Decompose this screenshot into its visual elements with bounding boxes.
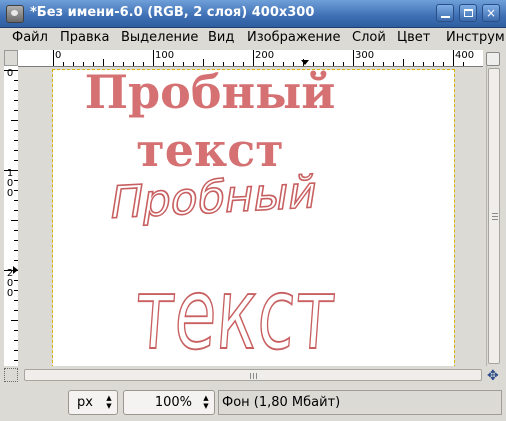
status-bar: px ▲ ▼ 100% ▲ ▼ Фон (1,80 Мбайт) — [0, 387, 506, 421]
maximize-icon — [463, 9, 473, 17]
maximize-button[interactable] — [459, 4, 477, 22]
navigate-icon[interactable] — [486, 52, 500, 66]
menu-edit[interactable]: Правка — [60, 30, 109, 45]
units-select[interactable]: px ▲ ▼ — [68, 390, 118, 415]
minimize-icon — [440, 16, 450, 18]
menu-colors[interactable]: Цвет — [397, 30, 430, 45]
chevron-updown-icon: ▲ ▼ — [106, 394, 112, 410]
canvas-drawing: Пробный текст Пробный текст — [85, 70, 340, 366]
title-bar[interactable]: *Без имени-6.0 (RGB, 2 слоя) 400x300 × — [0, 0, 506, 28]
ruler-label-400: 400 — [455, 50, 475, 61]
close-icon: × — [485, 6, 497, 20]
ruler-corner[interactable] — [4, 50, 18, 66]
move-icon[interactable]: ✥ — [487, 369, 499, 383]
close-button[interactable]: × — [482, 4, 500, 22]
text-layer-line2: текст — [136, 123, 284, 177]
chevron-updown-icon: ▲ ▼ — [203, 394, 209, 410]
menu-file[interactable]: Файл — [12, 30, 48, 45]
cursor-position-marker — [301, 60, 309, 65]
vruler-label-200: 200 — [6, 268, 14, 299]
layer-info: Фон (1,80 Мбайт) — [218, 390, 502, 415]
vertical-scrollbar[interactable] — [486, 66, 501, 366]
canvas-area[interactable]: Пробный текст Пробный текст — [18, 67, 483, 366]
quick-mask-icon[interactable] — [4, 368, 18, 382]
menu-select[interactable]: Выделение — [121, 30, 198, 45]
horizontal-scrollbar[interactable] — [22, 368, 484, 382]
text-layer-line1: Пробный — [85, 70, 336, 119]
vertical-scrollbar-thumb[interactable] — [488, 68, 500, 364]
minimize-button[interactable] — [436, 4, 454, 22]
ruler-label-200: 200 — [255, 50, 275, 61]
ruler-label-300: 300 — [355, 50, 375, 61]
zoom-select[interactable]: 100% ▲ ▼ — [123, 390, 215, 415]
menu-image[interactable]: Изображение — [247, 30, 340, 45]
zoom-value: 100% — [154, 395, 192, 410]
outline-text-line1: Пробный — [106, 167, 321, 229]
horizontal-ruler-ticks — [53, 50, 464, 66]
vertical-ruler[interactable]: 0 100 200 — [4, 66, 19, 366]
ruler-label-0: 0 — [55, 50, 62, 61]
layer-info-text: Фон (1,80 Мбайт) — [222, 395, 341, 410]
menu-bar: Файл Правка Выделение Вид Изображение Сл… — [0, 28, 506, 48]
menu-tools[interactable]: Инструм — [446, 30, 505, 45]
vertical-ruler-ticks — [4, 70, 18, 361]
image-window: *Без имени-6.0 (RGB, 2 слоя) 400x300 × Ф… — [0, 0, 506, 421]
image-canvas[interactable]: Пробный текст Пробный текст — [52, 69, 455, 366]
vruler-label-100: 100 — [6, 168, 14, 199]
window-title: *Без имени-6.0 (RGB, 2 слоя) 400x300 — [30, 5, 315, 20]
gimp-icon[interactable] — [6, 5, 24, 23]
menu-layer[interactable]: Слой — [352, 30, 386, 45]
outline-text-line2: текст — [131, 257, 339, 366]
vruler-label-0: 0 — [6, 68, 14, 79]
ruler-label-100: 100 — [155, 50, 175, 61]
horizontal-scrollbar-thumb[interactable] — [24, 369, 482, 381]
menu-view[interactable]: Вид — [208, 30, 234, 45]
horizontal-ruler[interactable]: 0 100 200 300 400 — [18, 50, 483, 67]
units-value: px — [77, 395, 93, 410]
